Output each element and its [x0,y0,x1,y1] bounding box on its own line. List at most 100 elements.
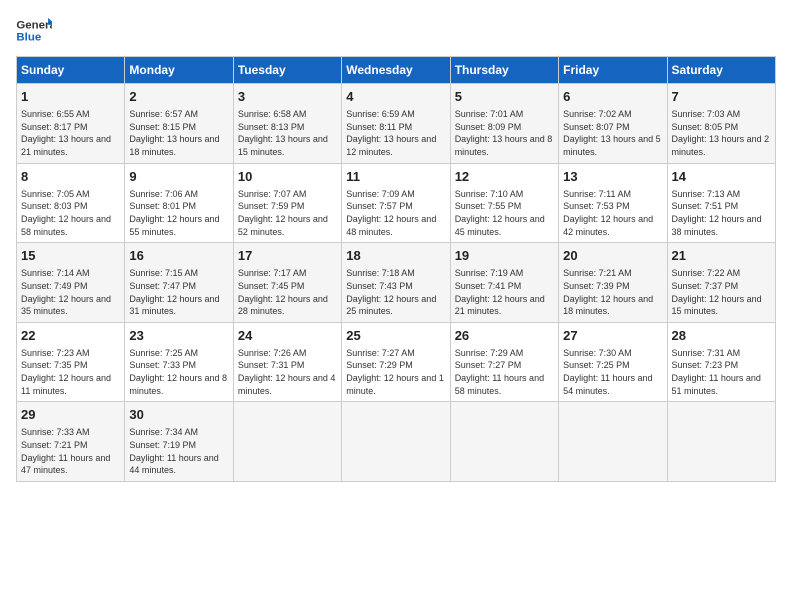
table-cell: 23 Sunrise: 7:25 AMSunset: 7:33 PMDayligh… [125,322,233,402]
cell-content: Sunrise: 6:55 AMSunset: 8:17 PMDaylight:… [21,108,120,158]
table-cell: 30Sunrise: 7:34 AMSunset: 7:19 PMDayligh… [125,402,233,482]
day-number: 10 [238,168,337,186]
cell-content: Sunrise: 7:29 AMSunset: 7:27 PMDaylight:… [455,347,554,397]
day-number: 23 [129,327,228,345]
table-cell: 18 Sunrise: 7:18 AMSunset: 7:43 PMDayligh… [342,243,450,323]
cell-content: Sunrise: 7:17 AMSunset: 7:45 PMDaylight:… [238,267,337,317]
day-number: 11 [346,168,445,186]
day-number: 17 [238,247,337,265]
day-number: 16 [129,247,228,265]
table-cell: 29 Sunrise: 7:33 AMSunset: 7:21 PMDayligh… [17,402,125,482]
calendar-body: 1 Sunrise: 6:55 AMSunset: 8:17 PMDaylight… [17,84,776,482]
cell-content: Sunrise: 6:58 AMSunset: 8:13 PMDaylight:… [238,108,337,158]
table-cell [233,402,341,482]
cell-content: Sunrise: 7:03 AMSunset: 8:05 PMDaylight:… [672,108,771,158]
table-cell: 15 Sunrise: 7:14 AMSunset: 7:49 PMDayligh… [17,243,125,323]
day-number: 18 [346,247,445,265]
table-cell [450,402,558,482]
cell-content: Sunrise: 7:13 AMSunset: 7:51 PMDaylight:… [672,188,771,238]
day-number: 24 [238,327,337,345]
day-number: 25 [346,327,445,345]
calendar-row: 29 Sunrise: 7:33 AMSunset: 7:21 PMDayligh… [17,402,776,482]
day-number: 29 [21,406,120,424]
cell-content: Sunrise: 6:57 AMSunset: 8:15 PMDaylight:… [129,108,228,158]
cell-content: Sunrise: 7:26 AMSunset: 7:31 PMDaylight:… [238,347,337,397]
day-number: 21 [672,247,771,265]
cell-content: Sunrise: 7:11 AMSunset: 7:53 PMDaylight:… [563,188,662,238]
header-row: Sunday Monday Tuesday Wednesday Thursday… [17,57,776,84]
cell-content: Sunrise: 7:19 AMSunset: 7:41 PMDaylight:… [455,267,554,317]
cell-content: Sunrise: 7:30 AMSunset: 7:25 PMDaylight:… [563,347,662,397]
table-cell: 25 Sunrise: 7:27 AMSunset: 7:29 PMDayligh… [342,322,450,402]
cell-content: Sunrise: 7:27 AMSunset: 7:29 PMDaylight:… [346,347,445,397]
page-header: General Blue [16,16,776,46]
day-number: 14 [672,168,771,186]
day-number: 8 [21,168,120,186]
day-number: 15 [21,247,120,265]
day-number: 3 [238,88,337,106]
col-saturday: Saturday [667,57,775,84]
cell-content: Sunrise: 7:09 AMSunset: 7:57 PMDaylight:… [346,188,445,238]
day-number: 28 [672,327,771,345]
svg-text:General: General [16,19,52,31]
table-cell: 1 Sunrise: 6:55 AMSunset: 8:17 PMDaylight… [17,84,125,164]
calendar-table: Sunday Monday Tuesday Wednesday Thursday… [16,56,776,482]
table-cell: 28 Sunrise: 7:31 AMSunset: 7:23 PMDayligh… [667,322,775,402]
table-cell [342,402,450,482]
col-wednesday: Wednesday [342,57,450,84]
calendar-row: 15 Sunrise: 7:14 AMSunset: 7:49 PMDayligh… [17,243,776,323]
day-number: 19 [455,247,554,265]
col-sunday: Sunday [17,57,125,84]
logo-icon: General Blue [16,16,52,46]
table-cell: 13Sunrise: 7:11 AMSunset: 7:53 PMDayligh… [559,163,667,243]
table-cell: 5 Sunrise: 7:01 AMSunset: 8:09 PMDaylight… [450,84,558,164]
day-number: 20 [563,247,662,265]
table-cell: 21 Sunrise: 7:22 AMSunset: 7:37 PMDayligh… [667,243,775,323]
table-cell: 14 Sunrise: 7:13 AMSunset: 7:51 PMDayligh… [667,163,775,243]
cell-content: Sunrise: 7:18 AMSunset: 7:43 PMDaylight:… [346,267,445,317]
calendar-row: 1 Sunrise: 6:55 AMSunset: 8:17 PMDaylight… [17,84,776,164]
day-number: 1 [21,88,120,106]
cell-content: Sunrise: 7:22 AMSunset: 7:37 PMDaylight:… [672,267,771,317]
table-cell: 9Sunrise: 7:06 AMSunset: 8:01 PMDaylight… [125,163,233,243]
day-number: 12 [455,168,554,186]
cell-content: Sunrise: 7:01 AMSunset: 8:09 PMDaylight:… [455,108,554,158]
table-cell: 20Sunrise: 7:21 AMSunset: 7:39 PMDayligh… [559,243,667,323]
day-number: 2 [129,88,228,106]
cell-content: Sunrise: 7:15 AMSunset: 7:47 PMDaylight:… [129,267,228,317]
calendar-row: 8 Sunrise: 7:05 AMSunset: 8:03 PMDaylight… [17,163,776,243]
calendar-row: 22Sunrise: 7:23 AMSunset: 7:35 PMDayligh… [17,322,776,402]
table-cell: 17 Sunrise: 7:17 AMSunset: 7:45 PMDayligh… [233,243,341,323]
cell-content: Sunrise: 7:05 AMSunset: 8:03 PMDaylight:… [21,188,120,238]
day-number: 26 [455,327,554,345]
cell-content: Sunrise: 7:31 AMSunset: 7:23 PMDaylight:… [672,347,771,397]
day-number: 22 [21,327,120,345]
cell-content: Sunrise: 7:02 AMSunset: 8:07 PMDaylight:… [563,108,662,158]
table-cell [667,402,775,482]
cell-content: Sunrise: 6:59 AMSunset: 8:11 PMDaylight:… [346,108,445,158]
cell-content: Sunrise: 7:14 AMSunset: 7:49 PMDaylight:… [21,267,120,317]
table-cell: 2 Sunrise: 6:57 AMSunset: 8:15 PMDaylight… [125,84,233,164]
col-monday: Monday [125,57,233,84]
col-friday: Friday [559,57,667,84]
day-number: 5 [455,88,554,106]
table-cell: 4 Sunrise: 6:59 AMSunset: 8:11 PMDaylight… [342,84,450,164]
table-cell: 19 Sunrise: 7:19 AMSunset: 7:41 PMDayligh… [450,243,558,323]
day-number: 7 [672,88,771,106]
cell-content: Sunrise: 7:10 AMSunset: 7:55 PMDaylight:… [455,188,554,238]
day-number: 4 [346,88,445,106]
table-cell: 12 Sunrise: 7:10 AMSunset: 7:55 PMDayligh… [450,163,558,243]
col-thursday: Thursday [450,57,558,84]
table-cell: 24 Sunrise: 7:26 AMSunset: 7:31 PMDayligh… [233,322,341,402]
logo: General Blue [16,16,52,46]
table-cell: 11 Sunrise: 7:09 AMSunset: 7:57 PMDayligh… [342,163,450,243]
table-cell: 26 Sunrise: 7:29 AMSunset: 7:27 PMDayligh… [450,322,558,402]
table-cell: 8 Sunrise: 7:05 AMSunset: 8:03 PMDaylight… [17,163,125,243]
cell-content: Sunrise: 7:34 AMSunset: 7:19 PMDaylight:… [129,426,228,476]
table-cell: 22Sunrise: 7:23 AMSunset: 7:35 PMDayligh… [17,322,125,402]
cell-content: Sunrise: 7:33 AMSunset: 7:21 PMDaylight:… [21,426,120,476]
day-number: 27 [563,327,662,345]
cell-content: Sunrise: 7:06 AMSunset: 8:01 PMDaylight:… [129,188,228,238]
cell-content: Sunrise: 7:25 AMSunset: 7:33 PMDaylight:… [129,347,228,397]
day-number: 6 [563,88,662,106]
